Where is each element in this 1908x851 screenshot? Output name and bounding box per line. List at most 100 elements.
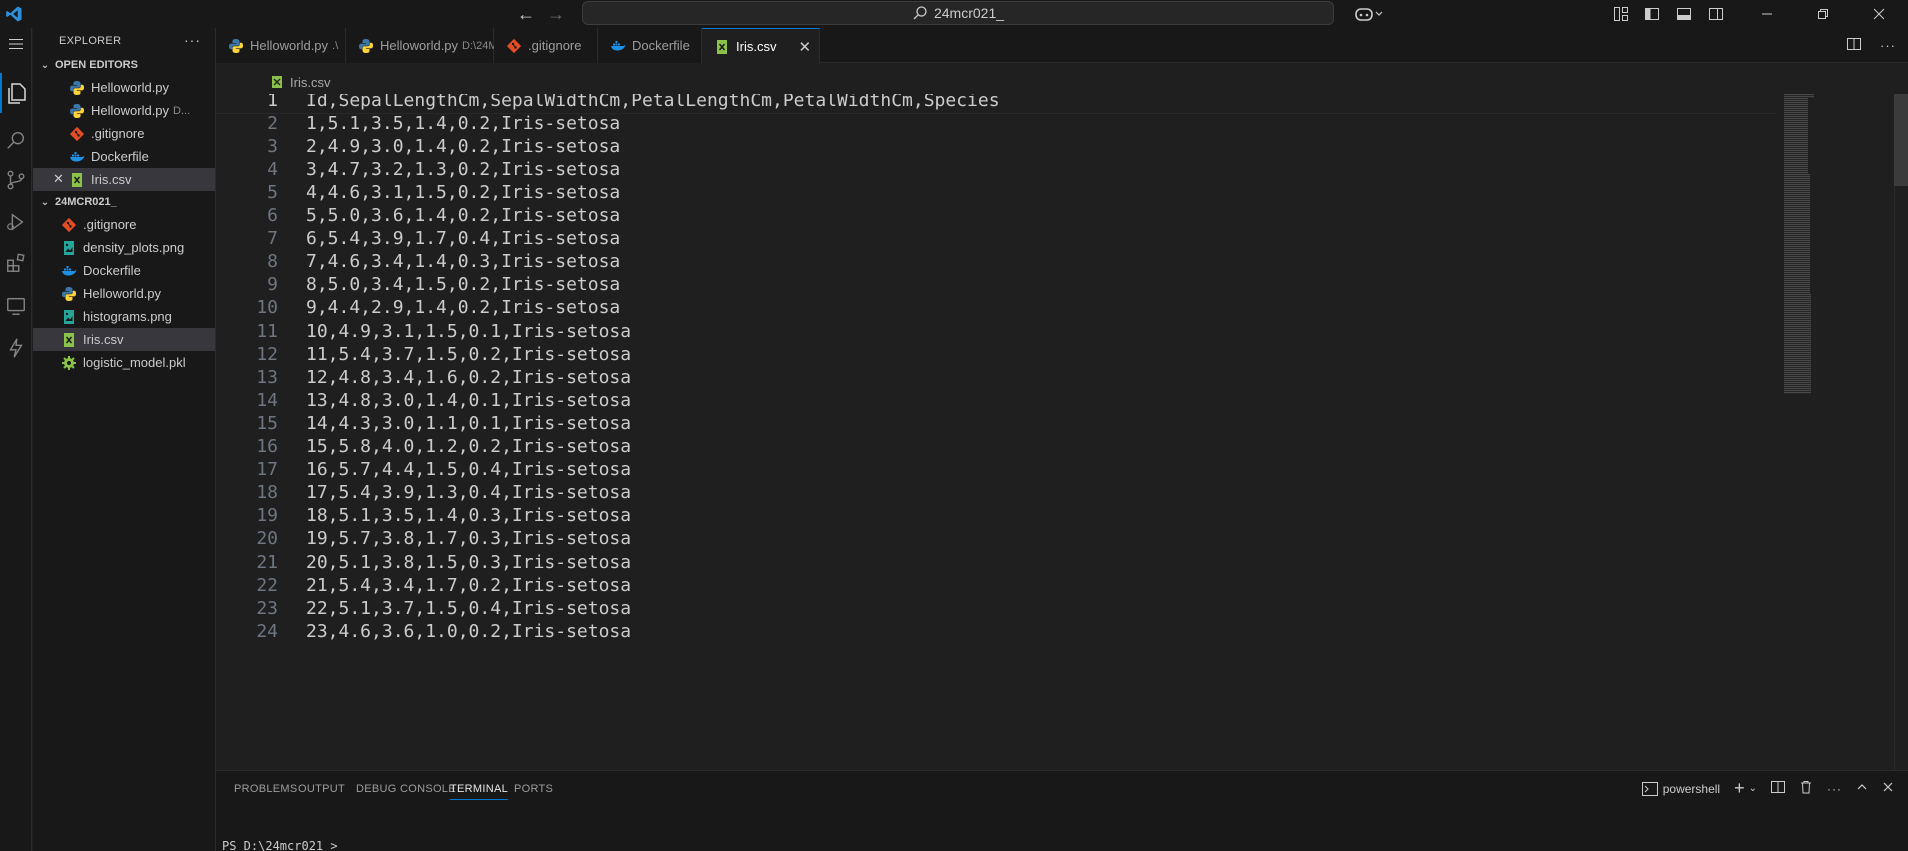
- line-text: 23,4.6,3.6,1.0,0.2,Iris-setosa: [306, 620, 632, 642]
- open-editors-list: Helloworld.py Helloworld.py D... .gitignore…: [33, 76, 215, 191]
- minimize-icon[interactable]: [1744, 0, 1790, 28]
- search-icon: [913, 6, 927, 20]
- copilot-icon[interactable]: [1350, 0, 1390, 28]
- close-icon[interactable]: ✕: [53, 171, 64, 187]
- explorer-icon[interactable]: [0, 73, 32, 113]
- chevron-down-icon[interactable]: ⌄: [1749, 783, 1757, 794]
- trash-icon[interactable]: [1799, 780, 1813, 797]
- panel-tab-terminal[interactable]: TERMINAL: [450, 771, 509, 806]
- file-item-histograms-png[interactable]: histograms.png: [33, 305, 215, 328]
- line-number: 19: [256, 505, 278, 527]
- more-actions-icon[interactable]: ···: [184, 32, 201, 48]
- vertical-scrollbar[interactable]: [1894, 94, 1908, 186]
- panel-tab-output[interactable]: OUTPUT: [298, 771, 345, 806]
- more-actions-icon[interactable]: ···: [1880, 38, 1896, 53]
- line-number: 18: [256, 482, 278, 504]
- file-item-gitignore[interactable]: .gitignore: [33, 213, 215, 236]
- toggle-sidebar-icon[interactable]: [1637, 0, 1667, 28]
- source-control-icon[interactable]: [0, 160, 32, 200]
- file-item-density-plots-png[interactable]: density_plots.png: [33, 236, 215, 259]
- line-text: 6,5.4,3.9,1.7,0.4,Iris-setosa: [306, 228, 621, 250]
- line-number: 9: [267, 274, 278, 296]
- docker-icon: [610, 38, 626, 54]
- file-item-helloworld-py[interactable]: Helloworld.py: [33, 282, 215, 305]
- tab-helloworld-py[interactable]: Helloworld.pyD:\24MCR021: [346, 28, 532, 63]
- split-editor-icon[interactable]: [1846, 36, 1862, 55]
- restore-icon[interactable]: [1800, 0, 1846, 28]
- command-center-search[interactable]: 24mcr021_: [582, 1, 1334, 25]
- vscode-logo-icon[interactable]: [0, 0, 28, 28]
- split-terminal-icon[interactable]: [1771, 780, 1785, 797]
- run-debug-icon[interactable]: [0, 202, 32, 242]
- line-number: 21: [256, 551, 278, 573]
- csv-icon: [714, 39, 730, 55]
- docker-icon: [69, 149, 85, 165]
- open-editor-helloworld-py[interactable]: Helloworld.py D...: [33, 99, 215, 122]
- folder-section[interactable]: ⌄ 24MCR021_: [33, 191, 215, 213]
- folder-title: 24MCR021_: [55, 196, 117, 208]
- open-editors-section[interactable]: ⌄ OPEN EDITORS: [33, 54, 215, 76]
- file-item-iris-csv[interactable]: Iris.csv: [33, 328, 215, 351]
- search-activity-icon[interactable]: [0, 120, 32, 160]
- python-icon: [358, 38, 374, 54]
- open-editor-helloworld-py[interactable]: Helloworld.py: [33, 76, 215, 99]
- panel-tab-problems[interactable]: PROBLEMS: [234, 771, 298, 806]
- file-item-dockerfile[interactable]: Dockerfile: [33, 259, 215, 282]
- open-editor-label: Dockerfile: [91, 149, 149, 164]
- line-number: 6: [267, 205, 278, 226]
- line-number: 2: [267, 112, 278, 134]
- close-panel-icon[interactable]: [1882, 781, 1894, 796]
- tab-gitignore[interactable]: .gitignore: [494, 28, 598, 63]
- line-number: 14: [256, 389, 278, 411]
- minimap[interactable]: [1783, 94, 1818, 396]
- toggle-panel-icon[interactable]: [1669, 0, 1699, 28]
- back-arrow-icon[interactable]: ←: [512, 0, 540, 28]
- close-window-icon[interactable]: [1856, 0, 1902, 28]
- tab-helloworld-py[interactable]: Helloworld.py .\: [216, 28, 346, 63]
- file-label: Helloworld.py: [83, 286, 162, 301]
- new-terminal-icon[interactable]: +: [1734, 778, 1745, 799]
- git-icon: [506, 38, 522, 54]
- maximize-panel-icon[interactable]: [1856, 781, 1868, 796]
- testing-flask-icon[interactable]: [0, 328, 32, 368]
- breadcrumb-file[interactable]: Iris.csv: [290, 75, 330, 90]
- activity-bar: [0, 28, 32, 851]
- open-editor-gitignore[interactable]: .gitignore: [33, 122, 215, 145]
- csv-icon: [69, 172, 85, 188]
- breadcrumb: Iris.csv: [216, 71, 330, 93]
- open-editors-title: OPEN EDITORS: [55, 59, 138, 71]
- remote-explorer-icon[interactable]: [0, 286, 32, 326]
- line-number: 4: [267, 158, 278, 180]
- panel-tab-debug-console[interactable]: DEBUG CONSOLE: [356, 771, 456, 806]
- tab-dockerfile[interactable]: Dockerfile: [598, 28, 702, 63]
- open-editor-iris-csv[interactable]: ✕ Iris.csv: [33, 168, 215, 191]
- python-icon: [228, 38, 244, 54]
- line-text: 3,4.7,3.2,1.3,0.2,Iris-setosa: [306, 158, 621, 180]
- line-text: 8,5.0,3.4,1.5,0.2,Iris-setosa: [306, 274, 621, 296]
- file-item-logistic-model-pkl[interactable]: logistic_model.pkl: [33, 351, 215, 374]
- line-text: 14,4.3,3.0,1.1,0.1,Iris-setosa: [306, 412, 632, 434]
- line-text: 11,5.4,3.7,1.5,0.2,Iris-setosa: [306, 343, 632, 365]
- menu-icon[interactable]: [0, 28, 32, 60]
- panel-tab-ports[interactable]: PORTS: [514, 771, 553, 806]
- tab-iris-csv[interactable]: Iris.csv ✕: [702, 28, 820, 64]
- forward-arrow-icon[interactable]: →: [542, 0, 570, 28]
- line-text: 18,5.1,3.5,1.4,0.3,Iris-setosa: [306, 505, 632, 527]
- open-editor-dockerfile[interactable]: Dockerfile: [33, 145, 215, 168]
- close-icon[interactable]: ✕: [798, 38, 811, 56]
- terminal-shell[interactable]: powershell: [1641, 781, 1720, 796]
- terminal-prompt[interactable]: PS D:\24mcr021_>: [222, 839, 338, 851]
- code-editor[interactable]: 1 Id,SepalLengthCm,SepalWidthCm,PetalLeng…: [216, 94, 1908, 770]
- search-text: 24mcr021_: [933, 5, 1005, 21]
- line-text: Id,SepalLengthCm,SepalWidthCm,PetalLengt…: [306, 94, 1000, 111]
- line-number: 5: [267, 181, 278, 203]
- code-line[interactable]: 24 23,4.6,3.6,1.0,0.2,Iris-setosa: [216, 617, 1776, 645]
- file-label: Iris.csv: [83, 332, 124, 347]
- line-number: 23: [256, 597, 278, 619]
- gear-icon: [61, 355, 77, 371]
- more-actions-icon[interactable]: ···: [1827, 782, 1842, 796]
- customize-layout-icon[interactable]: [1606, 0, 1636, 28]
- extensions-icon[interactable]: [0, 243, 32, 283]
- file-label: logistic_model.pkl: [83, 355, 186, 370]
- toggle-secondary-sidebar-icon[interactable]: [1701, 0, 1731, 28]
